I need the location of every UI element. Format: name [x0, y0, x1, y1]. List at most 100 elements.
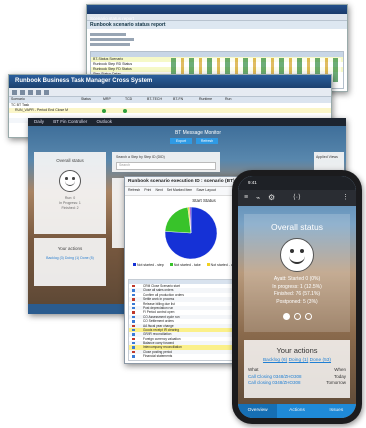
status-icon — [132, 333, 135, 336]
backlog-link[interactable]: Backlog (3) — [46, 256, 64, 260]
clock: 9:41 — [248, 180, 257, 185]
status-green-dot — [123, 109, 127, 113]
tab-issues[interactable]: Issues — [317, 404, 356, 418]
status-line: Postponed: 5 (3%) — [276, 298, 318, 305]
refresh-button[interactable]: Refresh — [128, 188, 140, 194]
smiley-icon — [59, 170, 81, 192]
doing-link[interactable]: Doing (1) — [289, 358, 309, 363]
status-line: In progress: 1 (12.5%) — [272, 283, 322, 290]
expand-icon[interactable]: ⟨·⟩ — [293, 193, 301, 201]
done-link[interactable]: Done (53) — [310, 358, 331, 363]
search-title: Search a Step by Step ID (DID) — [116, 155, 165, 159]
status-icon — [132, 302, 135, 305]
action-links: Backlog (6) Doing (1) Done (53) — [238, 358, 356, 363]
status-lines: Ayatt: Started 0 (0%) In progress: 1 (12… — [238, 276, 356, 306]
status-line: Finished: 2 — [61, 206, 79, 210]
status-icon — [132, 306, 135, 310]
toolbar-icon[interactable] — [20, 89, 25, 95]
backlog-link[interactable]: Backlog (6) — [263, 358, 287, 363]
header-fields — [90, 31, 160, 47]
window-title: Runbook Business Task Manager Cross Syst… — [9, 75, 331, 88]
legend-swatch — [206, 263, 210, 266]
toolbar-icon[interactable] — [44, 89, 49, 95]
column-bt-tech[interactable]: BT-TECH — [147, 97, 173, 103]
applied-views-card[interactable]: Applied Views — [314, 152, 344, 172]
actions-title: Your actions — [57, 246, 83, 251]
page-dots[interactable] — [283, 313, 312, 320]
toolbar-icon[interactable] — [12, 89, 17, 95]
app-header: ≡ ⌁ ⚙ ⟨·⟩ ⋮ — [238, 190, 356, 206]
status-icon — [132, 315, 135, 319]
overall-status-card[interactable]: Overall status Run: 0 In Progress: 1 Fin… — [34, 152, 106, 234]
status-icon — [132, 346, 135, 349]
gear-icon[interactable]: ⚙ — [268, 193, 275, 202]
list-item-what[interactable]: Call closing 0348/ZHO308 — [248, 380, 301, 387]
overall-status-title: Overall status — [56, 158, 84, 163]
chart-title: Start Status — [192, 198, 216, 203]
more-icon[interactable]: ⋮ — [342, 193, 349, 201]
legend-label: Not started - take — [173, 263, 201, 267]
page-dot[interactable] — [305, 313, 312, 320]
phone-screen: 9:41 ≡ ⌁ ⚙ ⟨·⟩ ⋮ Overall status Ayatt: S… — [238, 176, 356, 418]
list-item[interactable]: Call closing 0348/ZHO308 Tomorrow — [248, 380, 346, 387]
column-tcd[interactable]: TCD — [125, 97, 147, 103]
toolbar-icon[interactable] — [36, 89, 41, 95]
overall-status-title: Overall status — [271, 222, 323, 232]
legend-swatch — [133, 263, 136, 266]
status-line: Ayatt: Started 0 (0%) — [273, 276, 321, 282]
status-icon — [132, 350, 135, 354]
status-icon — [132, 289, 135, 292]
search-input[interactable]: Search — [116, 162, 216, 170]
smiley-icon — [280, 238, 314, 272]
tab-overview[interactable]: Overview — [238, 404, 278, 418]
refresh-button[interactable]: Refresh — [196, 138, 218, 144]
tab-actions[interactable]: Actions — [277, 404, 316, 418]
status-green-dot — [102, 109, 106, 113]
browser-tab-bar: Daily BT Fin Controller Outlook — [28, 118, 346, 126]
status-icon — [132, 337, 135, 341]
done-link[interactable]: Done (5) — [80, 256, 94, 260]
export-button[interactable]: Export — [170, 138, 192, 144]
legend-label: Not started - step — [136, 263, 164, 267]
status-icon — [132, 342, 135, 345]
chart-icon[interactable]: ⌁ — [256, 194, 260, 202]
action-list: What When Call Closing 0348/ZHO308 Today… — [248, 367, 346, 387]
status-icon — [132, 285, 135, 288]
pie-chart — [164, 206, 218, 260]
status-icon — [132, 355, 135, 358]
status-icon — [132, 328, 135, 332]
pie-slice-not-started-take — [164, 206, 192, 234]
toolbar-icon[interactable] — [28, 89, 33, 95]
page-dot[interactable] — [283, 313, 290, 320]
save-layout-button[interactable]: Save Layout — [196, 188, 215, 194]
window-header — [87, 5, 347, 14]
search-card: Search a Step by Step ID (DID) Search — [112, 152, 220, 172]
app-title: Scenario status report — [90, 16, 135, 21]
set-marked-item-button[interactable]: Set Marked Item — [167, 188, 193, 194]
status-icon — [132, 324, 135, 327]
tab-bt-fin-controller[interactable]: BT Fin Controller — [45, 119, 87, 124]
table-row[interactable]: Financial statements — [129, 354, 235, 359]
tab-daily[interactable]: Daily — [28, 119, 44, 124]
doing-link[interactable]: Doing (1) — [65, 256, 79, 260]
page-title: BT Message Monitor — [174, 130, 222, 136]
actions-title: Your actions — [276, 346, 318, 355]
column-run[interactable]: Run — [225, 97, 247, 103]
status-bar: 9:41 — [238, 176, 356, 190]
next-button[interactable]: Next — [155, 188, 162, 194]
steps-table: CRM Close Scenario start Close all sales … — [128, 279, 236, 361]
status-line: Finished: 76 (57.1%) — [273, 291, 321, 297]
print-button[interactable]: Print — [144, 188, 151, 194]
report-title: Runbook scenario status report — [87, 21, 347, 29]
column-runtime[interactable]: Runtime — [199, 97, 225, 103]
legend-swatch — [169, 263, 173, 266]
column-bt-fn[interactable]: BT-FN — [173, 97, 199, 103]
page-dot[interactable] — [294, 313, 301, 320]
column-status[interactable]: Status — [81, 97, 103, 103]
tab-outlook[interactable]: Outlook — [88, 119, 112, 124]
bottom-tab-bar: Overview Actions Issues — [238, 404, 356, 418]
column-mrp[interactable]: MRP — [103, 97, 125, 103]
menu-icon[interactable]: ≡ — [244, 194, 248, 201]
status-icon — [132, 311, 135, 314]
status-icon — [132, 293, 135, 297]
